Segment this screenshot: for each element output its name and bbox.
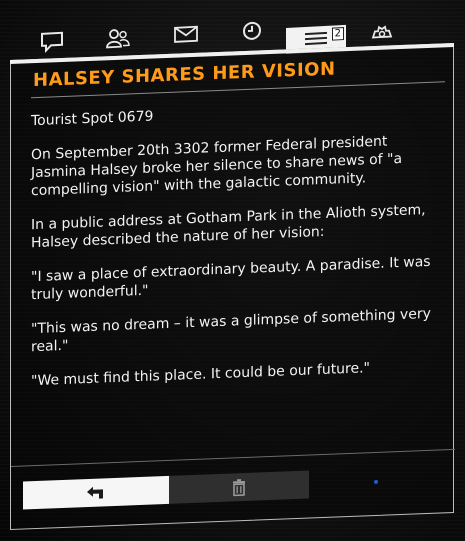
tab-history[interactable] [224,14,280,47]
clock-icon [243,21,261,40]
back-arrow-icon [87,486,103,499]
article-paragraph: In a public address at Gotham Park in th… [31,202,426,252]
tab-inbox[interactable] [158,18,214,51]
chat-bubble-icon [41,31,63,54]
page-indicator-dot [374,479,378,485]
article-paragraph: Tourist Spot 0679 [31,108,154,130]
delete-button[interactable] [169,470,309,504]
gear-icon [371,25,393,39]
envelope-icon [174,25,198,43]
article-paragraph: "We must find this place. It could be ou… [31,360,371,390]
tab-settings[interactable] [354,16,410,49]
divider [11,448,455,467]
unread-count-badge: 2 [331,27,344,41]
article-paragraph: On September 20th 3302 former Federal pr… [31,133,403,200]
article-panel: HALSEY SHARES HER VISION Tourist Spot 06… [10,42,455,531]
tab-chat[interactable] [24,25,80,58]
tab-contacts[interactable] [90,21,146,54]
contacts-icon [106,29,130,49]
article-paragraph: "I saw a place of extraordinary beauty. … [31,253,431,304]
article-paragraph: "This was no dream – it was a glimpse of… [31,305,431,356]
back-button[interactable] [23,475,169,510]
trash-icon [233,479,245,497]
article-body[interactable]: Tourist Spot 0679 On September 20th 3302… [31,97,439,407]
action-bar [23,465,443,510]
